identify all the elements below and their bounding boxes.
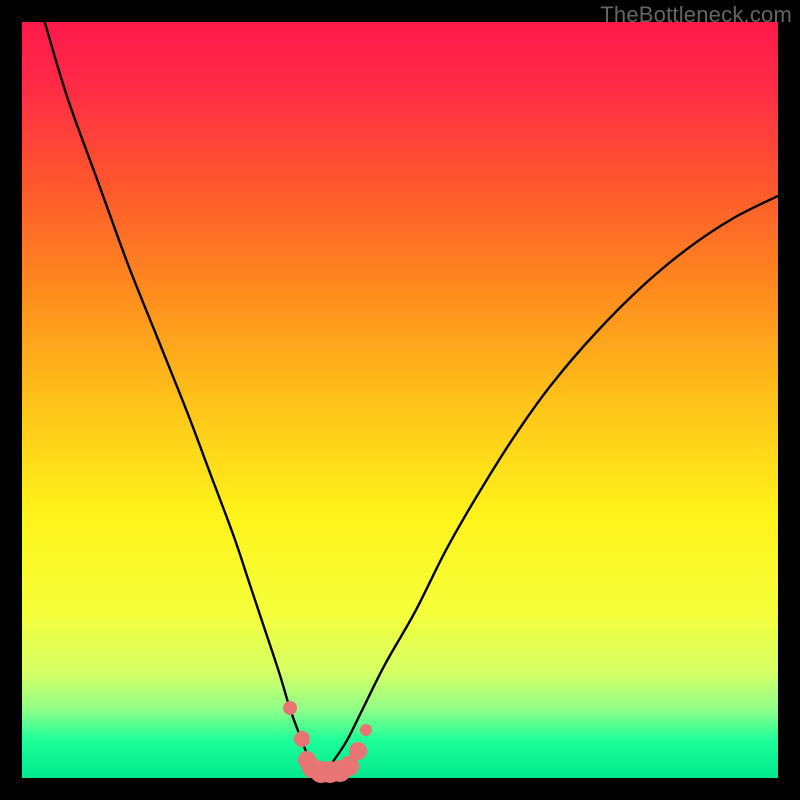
watermark-text: TheBottleneck.com <box>600 2 792 28</box>
data-marker <box>360 724 372 736</box>
data-marker <box>283 701 297 715</box>
bottleneck-curve <box>22 22 778 778</box>
data-marker <box>349 742 367 760</box>
data-marker <box>294 731 310 747</box>
chart-frame <box>22 22 778 778</box>
